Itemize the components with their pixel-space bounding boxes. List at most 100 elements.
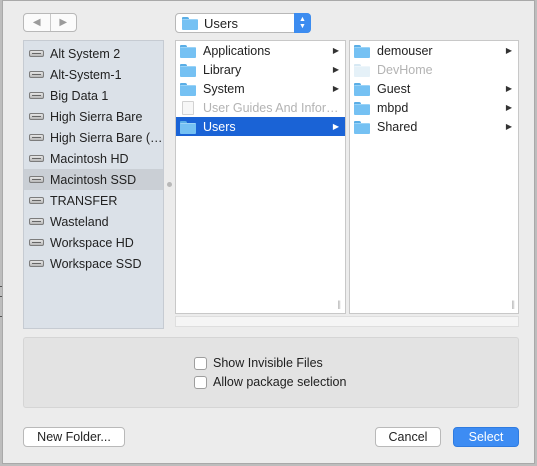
column-item[interactable]: demouser ▶ xyxy=(350,41,518,60)
sidebar-item-label: TRANSFER xyxy=(50,193,118,208)
navigation-buttons: ◀ ▶ xyxy=(23,13,77,32)
column-item[interactable]: Guest ▶ xyxy=(350,79,518,98)
column-item-label: Applications xyxy=(203,43,271,58)
column-item[interactable]: mbpd ▶ xyxy=(350,98,518,117)
folder-icon xyxy=(354,82,370,96)
forward-button[interactable]: ▶ xyxy=(49,14,77,31)
sidebar-item-label: Alt System 2 xyxy=(50,46,121,61)
column-item[interactable]: Library ▶ xyxy=(176,60,345,79)
column-item: User Guides And Infor… xyxy=(176,98,345,117)
column-item: DevHome xyxy=(350,60,518,79)
disk-icon xyxy=(29,176,44,183)
sidebar-item-label: High Sierra Bare xyxy=(50,109,143,124)
column-item-label: Users xyxy=(203,119,236,134)
allow-package-selection-checkbox[interactable] xyxy=(194,375,207,389)
sidebar-item[interactable]: Workspace HD xyxy=(24,232,163,253)
column-item-label: Library xyxy=(203,62,242,77)
popup-arrows-icon: ▲ ▼ xyxy=(294,13,311,33)
disclosure-chevron-icon: ▶ xyxy=(332,84,339,93)
column-item[interactable]: System ▶ xyxy=(176,79,345,98)
select-button[interactable]: Select xyxy=(453,427,519,447)
column-resize-icon[interactable]: || xyxy=(511,299,515,309)
sidebar: Alt System 2 Alt-System-1 Big Data 1 High S… xyxy=(23,40,164,329)
open-panel-window: ◀ ▶ Users ▲ ▼ Alt System 2 Alt-System-1 Big… xyxy=(2,0,535,464)
horizontal-scrollbar[interactable] xyxy=(175,316,519,327)
column-item[interactable]: Users ▶ xyxy=(176,117,345,136)
sidebar-item[interactable]: Big Data 1 xyxy=(24,85,163,106)
edge-mark xyxy=(0,316,2,317)
column-item-label: DevHome xyxy=(377,62,433,77)
column-item-label: Guest xyxy=(377,81,411,96)
folder-icon xyxy=(180,44,196,58)
edge-mark xyxy=(0,296,2,297)
sidebar-item[interactable]: Alt-System-1 xyxy=(24,64,163,85)
sidebar-item[interactable]: Alt System 2 xyxy=(24,43,163,64)
column-item-label: User Guides And Infor… xyxy=(203,100,339,115)
folder-icon xyxy=(354,44,370,58)
disk-icon xyxy=(29,92,44,99)
sidebar-item[interactable]: TRANSFER xyxy=(24,190,163,211)
disk-icon xyxy=(29,155,44,162)
cancel-button[interactable]: Cancel xyxy=(375,427,441,447)
document-icon xyxy=(182,100,194,115)
forward-arrow-icon: ▶ xyxy=(59,17,68,28)
folder-icon xyxy=(180,63,196,77)
show-invisible-files-label: Show Invisible Files xyxy=(213,356,323,370)
column-item-label: System xyxy=(203,81,245,96)
sidebar-item-label: Alt-System-1 xyxy=(50,67,122,82)
sidebar-item[interactable]: High Sierra Bare (… xyxy=(24,127,163,148)
disk-icon xyxy=(29,260,44,267)
folder-icon xyxy=(182,17,198,30)
sidebar-item[interactable]: Wasteland xyxy=(24,211,163,232)
sidebar-item-label: Macintosh SSD xyxy=(50,172,137,187)
path-popup-label: Users xyxy=(204,15,238,31)
back-button[interactable]: ◀ xyxy=(24,14,50,31)
folder-icon xyxy=(354,120,370,134)
new-folder-button[interactable]: New Folder... xyxy=(23,427,125,447)
disclosure-chevron-icon: ▶ xyxy=(332,46,339,55)
sidebar-item[interactable]: Macintosh SSD xyxy=(24,169,163,190)
column-item-label: demouser xyxy=(377,43,433,58)
sidebar-item-label: Workspace HD xyxy=(50,235,134,250)
disclosure-chevron-icon: ▶ xyxy=(332,65,339,74)
disclosure-chevron-icon: ▶ xyxy=(505,46,512,55)
disclosure-chevron-icon: ▶ xyxy=(505,103,512,112)
splitter-handle[interactable] xyxy=(167,182,172,187)
folder-icon xyxy=(354,101,370,115)
disclosure-chevron-icon: ▶ xyxy=(505,122,512,131)
options-panel: Show Invisible Files Allow package selec… xyxy=(23,337,519,408)
show-invisible-files-option[interactable]: Show Invisible Files xyxy=(194,356,323,370)
column-item[interactable]: Shared ▶ xyxy=(350,117,518,136)
disk-icon xyxy=(29,197,44,204)
sidebar-item[interactable]: Workspace SSD xyxy=(24,253,163,274)
back-arrow-icon: ◀ xyxy=(32,17,41,28)
sidebar-item-label: Wasteland xyxy=(50,214,109,229)
sidebar-item[interactable]: Macintosh HD xyxy=(24,148,163,169)
allow-package-selection-label: Allow package selection xyxy=(213,375,347,389)
folder-icon xyxy=(180,82,196,96)
column-item-label: Shared xyxy=(377,119,418,134)
disk-icon xyxy=(29,239,44,246)
sidebar-item-label: Big Data 1 xyxy=(50,88,109,103)
browser-column-2: demouser ▶ DevHome Guest ▶ mbpd ▶ Shared ▶ || xyxy=(349,40,519,314)
allow-package-selection-option[interactable]: Allow package selection xyxy=(194,375,346,389)
sidebar-item-label: Workspace SSD xyxy=(50,256,142,271)
disk-icon xyxy=(29,218,44,225)
folder-icon xyxy=(180,120,196,134)
sidebar-item-label: Macintosh HD xyxy=(50,151,129,166)
disclosure-chevron-icon: ▶ xyxy=(332,122,339,131)
column-resize-icon[interactable]: || xyxy=(337,299,341,309)
sidebar-item[interactable]: High Sierra Bare xyxy=(24,106,163,127)
disk-icon xyxy=(29,134,44,141)
folder-icon xyxy=(354,63,370,77)
path-popup-button[interactable]: Users ▲ ▼ xyxy=(175,13,311,33)
disclosure-chevron-icon: ▶ xyxy=(505,84,512,93)
disk-icon xyxy=(29,113,44,120)
sidebar-item-label: High Sierra Bare (… xyxy=(50,130,163,145)
disk-icon xyxy=(29,50,44,57)
column-item-label: mbpd xyxy=(377,100,409,115)
column-item[interactable]: Applications ▶ xyxy=(176,41,345,60)
edge-mark xyxy=(0,286,2,287)
browser-column-1: Applications ▶ Library ▶ System ▶ User Guides … xyxy=(175,40,346,314)
show-invisible-files-checkbox[interactable] xyxy=(194,356,207,370)
